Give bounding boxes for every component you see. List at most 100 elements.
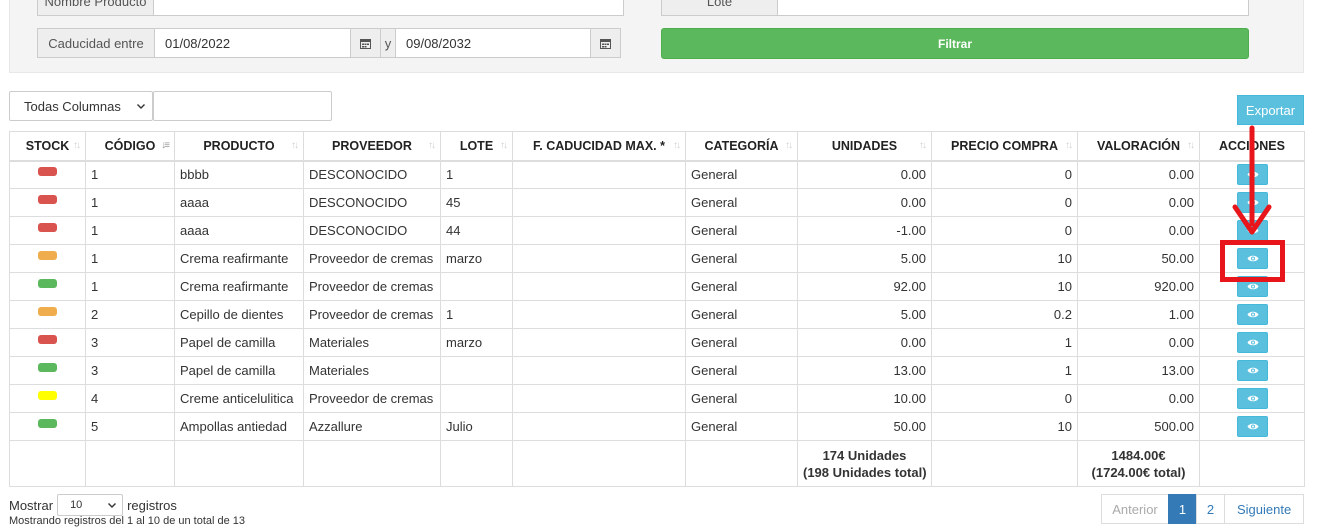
- categoria-cell: General: [685, 216, 798, 245]
- codigo-cell: 1: [85, 244, 175, 273]
- mostrar-label: Mostrar: [9, 497, 54, 513]
- annotation-highlight-box: [1220, 240, 1285, 282]
- pagination: Anterior 1 2 Siguiente: [1101, 494, 1305, 524]
- producto-cell: Papel de camilla: [174, 356, 304, 385]
- valoracion-cell: 500.00: [1077, 412, 1200, 441]
- view-button[interactable]: [1236, 416, 1268, 437]
- view-button[interactable]: [1236, 360, 1268, 381]
- valoracion-cell: 0.00: [1077, 384, 1200, 413]
- proveedor-cell: DESCONOCIDO: [303, 160, 441, 189]
- precio-cell: 10: [931, 272, 1078, 301]
- valoracion-cell: 50.00: [1077, 244, 1200, 273]
- header-producto[interactable]: PRODUCTO ↑↓: [174, 131, 304, 162]
- sort-icon: ↑↓: [673, 140, 681, 151]
- stock-cell: [9, 244, 86, 273]
- nombre-producto-group: Nombre Producto: [37, 0, 624, 16]
- table-row: 3 Papel de camilla Materiales General 13.00 1…: [9, 356, 1305, 385]
- proveedor-cell: Materiales: [303, 328, 441, 357]
- view-button[interactable]: [1236, 332, 1268, 353]
- total-valoracion: 1484.00€ (1724.00€ total): [1077, 440, 1200, 487]
- caducidad-cell: [512, 300, 686, 329]
- caducidad-cell: [512, 216, 686, 245]
- calendar-icon[interactable]: [591, 28, 621, 58]
- totals-row: 174 Unidades (198 Unidades total) 1484.00…: [9, 440, 1305, 487]
- header-categoria[interactable]: CATEGORÍA ↑↓: [685, 131, 798, 162]
- proveedor-cell: Proveedor de cremas: [303, 244, 441, 273]
- page-2-button[interactable]: 2: [1196, 494, 1225, 524]
- lote-cell: 45: [440, 188, 513, 217]
- categoria-cell: General: [685, 160, 798, 189]
- sort-icon: ↑↓: [428, 140, 436, 151]
- sort-icon: ↑↓: [500, 140, 508, 151]
- view-button[interactable]: [1236, 388, 1268, 409]
- lote-input[interactable]: [778, 0, 1249, 16]
- categoria-cell: General: [685, 244, 798, 273]
- header-caducidad[interactable]: F. CADUCIDAD MAX. * ↑↓: [512, 131, 686, 162]
- lote-cell: 44: [440, 216, 513, 245]
- sort-icon: ↑↓: [919, 140, 927, 151]
- fecha-desde-input[interactable]: 01/08/2022: [155, 28, 351, 58]
- lote-cell: 1: [440, 300, 513, 329]
- codigo-cell: 3: [85, 328, 175, 357]
- header-lote[interactable]: LOTE ↑↓: [440, 131, 513, 162]
- acciones-cell: [1199, 384, 1305, 413]
- stock-cell: [9, 328, 86, 357]
- calendar-icon[interactable]: [351, 28, 381, 58]
- table-info: Mostrando registros del 1 al 10 de un to…: [9, 515, 246, 527]
- stock-cell: [9, 272, 86, 301]
- header-valoracion[interactable]: VALORACIÓN ↑↓: [1077, 131, 1200, 162]
- filtrar-button[interactable]: Filtrar: [661, 28, 1249, 59]
- producto-cell: Ampollas antiedad: [174, 412, 304, 441]
- column-select-value: Todas Columnas: [24, 98, 121, 114]
- header-codigo[interactable]: CÓDIGO ↓≡: [85, 131, 175, 162]
- stock-indicator: [38, 195, 57, 204]
- categoria-cell: General: [685, 384, 798, 413]
- valoracion-cell: 13.00: [1077, 356, 1200, 385]
- precio-cell: 0: [931, 384, 1078, 413]
- view-button[interactable]: [1236, 304, 1268, 325]
- registros-label: registros: [127, 497, 177, 513]
- nombre-producto-input[interactable]: [154, 0, 624, 16]
- stock-cell: [9, 160, 86, 189]
- stock-indicator: [38, 279, 57, 288]
- valoracion-cell: 920.00: [1077, 272, 1200, 301]
- stock-indicator: [38, 223, 57, 232]
- stock-indicator: [38, 167, 57, 177]
- unidades-cell: 5.00: [797, 300, 932, 329]
- table-row: 1 aaaa DESCONOCIDO 44 General -1.00 0 0.00: [9, 216, 1305, 245]
- lote-cell: 1: [440, 160, 513, 189]
- header-unidades[interactable]: UNIDADES ↑↓: [797, 131, 932, 162]
- unidades-cell: 50.00: [797, 412, 932, 441]
- prev-page-button[interactable]: Anterior: [1101, 494, 1169, 524]
- header-proveedor[interactable]: PROVEEDOR ↑↓: [303, 131, 441, 162]
- search-input[interactable]: [153, 91, 332, 121]
- lote-cell: marzo: [440, 328, 513, 357]
- next-page-button[interactable]: Siguiente: [1224, 494, 1305, 524]
- table-row: 1 Crema reafirmante Proveedor de cremas Gen…: [9, 272, 1305, 301]
- codigo-cell: 4: [85, 384, 175, 413]
- stock-indicator: [38, 363, 57, 372]
- producto-cell: Papel de camilla: [174, 328, 304, 357]
- valoracion-cell: 0.00: [1077, 328, 1200, 357]
- producto-cell: aaaa: [174, 216, 304, 245]
- acciones-cell: [1199, 412, 1305, 441]
- nombre-producto-label: Nombre Producto: [37, 0, 154, 16]
- valoracion-cell: 1.00: [1077, 300, 1200, 329]
- proveedor-cell: DESCONOCIDO: [303, 216, 441, 245]
- categoria-cell: General: [685, 300, 798, 329]
- column-select[interactable]: Todas Columnas: [9, 91, 153, 121]
- caducidad-cell: [512, 160, 686, 189]
- sort-icon: ↓≡: [161, 140, 170, 151]
- fecha-hasta-input[interactable]: 09/08/2032: [395, 28, 591, 58]
- header-stock[interactable]: STOCK ↑↓: [9, 131, 86, 162]
- categoria-cell: General: [685, 188, 798, 217]
- caducidad-cell: [512, 188, 686, 217]
- page-1-button[interactable]: 1: [1168, 494, 1197, 524]
- header-precio[interactable]: PRECIO COMPRA ↑↓: [931, 131, 1078, 162]
- table-row: 4 Creme anticelulitica Proveedor de cremas…: [9, 384, 1305, 413]
- unidades-cell: 0.00: [797, 188, 932, 217]
- sort-icon: ↑↓: [291, 140, 299, 151]
- page-length-select[interactable]: 10: [57, 494, 124, 516]
- export-button[interactable]: Exportar: [1237, 95, 1304, 125]
- unidades-cell: 0.00: [797, 160, 932, 189]
